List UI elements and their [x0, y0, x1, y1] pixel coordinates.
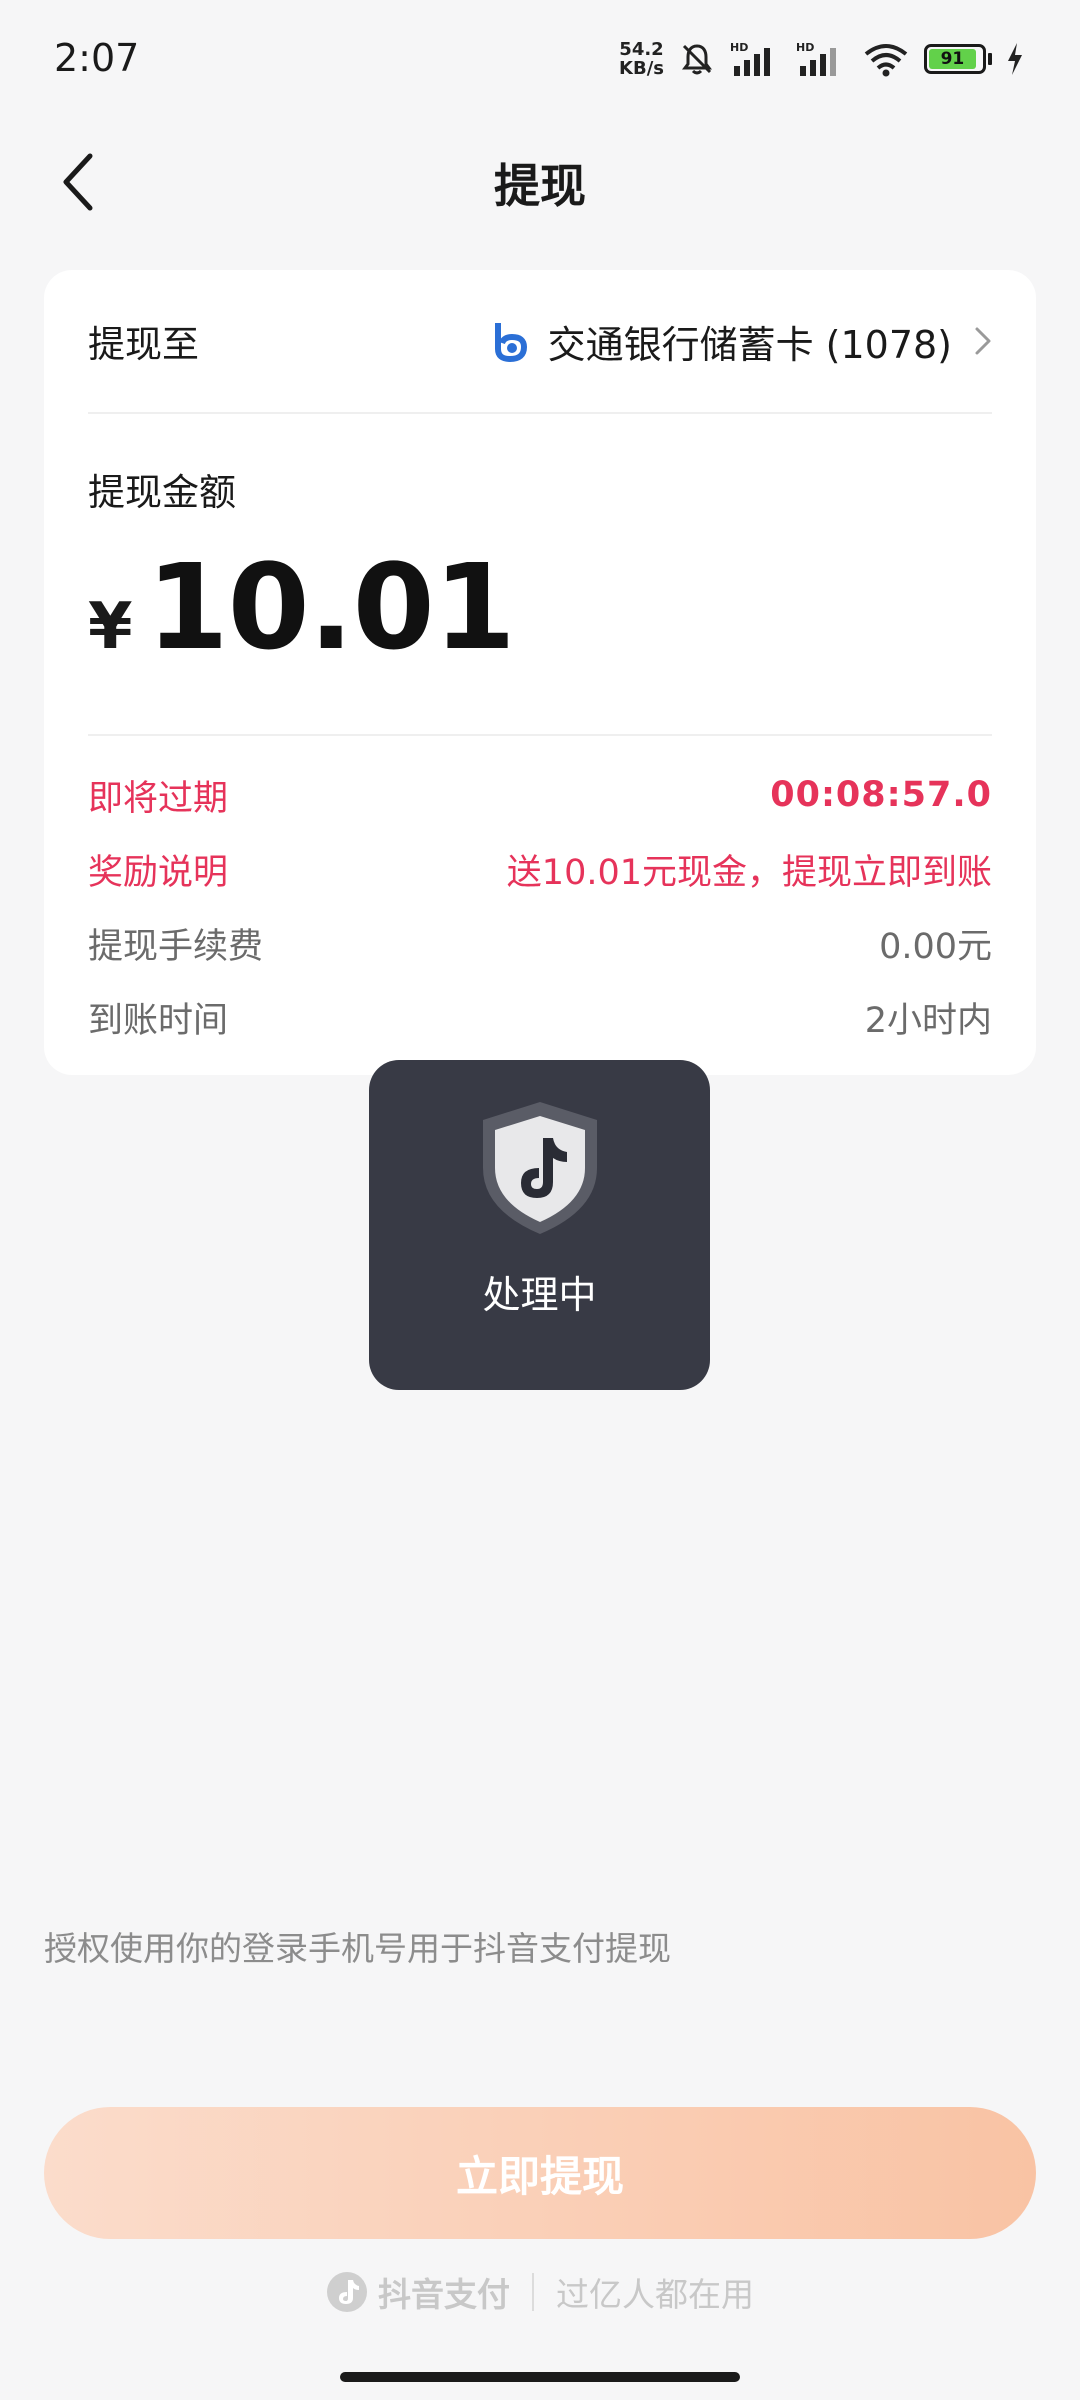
- network-speed-unit: KB/s: [619, 58, 664, 79]
- hd-signal-icon: HD: [730, 40, 782, 78]
- reward-row: 奖励说明 送10.01元现金，提现立即到账: [88, 839, 992, 899]
- bocom-logo-icon: [494, 323, 527, 363]
- fee-row: 提现手续费 0.00元: [88, 913, 992, 973]
- withdraw-card: 提现至 交通银行储蓄卡 (1078) 提现金额 ¥ 10.01 即将过期 00:…: [44, 270, 1036, 1075]
- processing-toast: 处理中: [369, 1060, 710, 1390]
- battery-icon: 91: [924, 44, 992, 74]
- page-title: 提现: [494, 159, 586, 213]
- brand-logo: 抖音支付: [326, 2268, 510, 2316]
- brand-slogan: 过亿人都在用: [556, 2275, 754, 2314]
- chevron-right-icon: [974, 326, 992, 356]
- destination-label: 提现至: [88, 323, 199, 366]
- wifi-icon: [862, 40, 910, 78]
- authorization-notice: 授权使用你的登录手机号用于抖音支付提现: [44, 1929, 671, 1968]
- brand-separator: [532, 2273, 534, 2311]
- arrival-time-label: 到账时间: [88, 1000, 229, 1041]
- fee-value: 0.00元: [879, 926, 992, 967]
- mute-bell-icon: [678, 40, 716, 78]
- fee-label: 提现手续费: [88, 926, 264, 967]
- arrival-time-value: 2小时内: [864, 1000, 992, 1041]
- header: 提现: [0, 130, 1080, 230]
- douyin-logo-icon: [327, 2272, 367, 2312]
- divider: [88, 734, 992, 736]
- bank-name: 交通银行储蓄卡 (1078): [547, 322, 952, 367]
- reward-label: 奖励说明: [88, 852, 229, 893]
- amount-field[interactable]: ¥ 10.01: [88, 538, 516, 676]
- home-indicator[interactable]: [340, 2372, 740, 2382]
- arrival-time-row: 到账时间 2小时内: [88, 987, 992, 1047]
- expiry-countdown: 00:08:57.0: [770, 775, 992, 815]
- brand-name: 抖音支付: [378, 2275, 510, 2314]
- withdraw-now-button[interactable]: 立即提现: [44, 2107, 1036, 2239]
- hd-signal-icon: HD: [796, 40, 848, 78]
- svg-text:HD: HD: [730, 41, 748, 54]
- amount-label: 提现金额: [88, 471, 236, 514]
- bank-selector[interactable]: 交通银行储蓄卡 (1078): [490, 314, 992, 369]
- battery-level: 91: [929, 49, 976, 69]
- reward-value: 送10.01元现金，提现立即到账: [506, 852, 992, 893]
- expiry-row: 即将过期 00:08:57.0: [88, 765, 992, 825]
- network-speed-value: 54.2: [619, 39, 664, 60]
- douyin-shield-icon: [475, 1098, 605, 1242]
- amount-value: 10.01: [146, 538, 516, 676]
- svg-text:HD: HD: [796, 41, 814, 54]
- withdraw-destination-row[interactable]: 提现至 交通银行储蓄卡 (1078): [88, 270, 992, 414]
- status-bar: 2:07 54.2 KB/s HD HD 91: [0, 0, 1080, 120]
- status-icons: 54.2 KB/s HD HD 91: [619, 40, 1024, 78]
- network-speed: 54.2 KB/s: [619, 40, 664, 78]
- charging-icon: [1006, 42, 1024, 76]
- expiry-label: 即将过期: [88, 778, 229, 819]
- currency-symbol: ¥: [88, 590, 133, 664]
- brand-footer: 抖音支付 过亿人都在用: [0, 2268, 1080, 2316]
- status-time: 2:07: [54, 36, 140, 80]
- toast-text: 处理中: [482, 1273, 597, 1317]
